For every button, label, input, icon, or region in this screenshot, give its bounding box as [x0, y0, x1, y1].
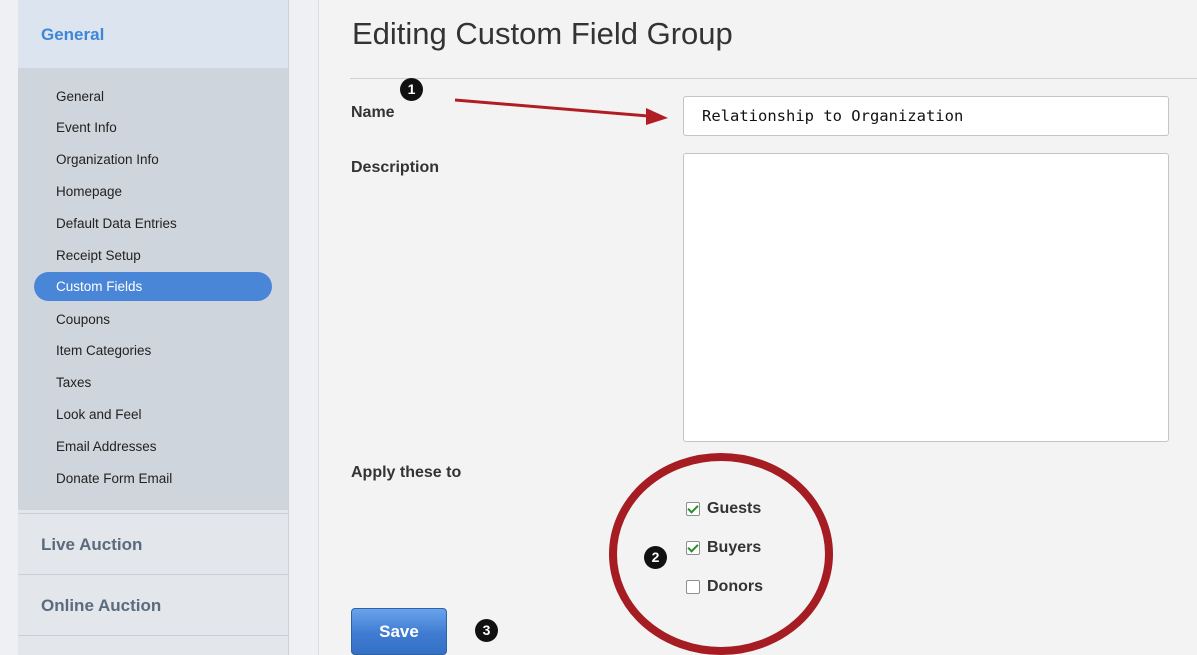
main-content: Editing Custom Field Group Name Descript… — [320, 0, 1197, 655]
annotation-marker-2: 2 — [644, 546, 667, 569]
sidebar-item-coupons[interactable]: Coupons — [34, 305, 272, 334]
apply-option-guests[interactable]: Guests — [686, 498, 761, 520]
sidebar-item-homepage[interactable]: Homepage — [34, 177, 272, 206]
sidebar-item-item-categories[interactable]: Item Categories — [34, 336, 272, 365]
section-general[interactable]: General — [18, 0, 288, 68]
name-label: Name — [351, 104, 395, 121]
donors-label: Donors — [707, 578, 763, 595]
sidebar-subnav: General Event Info Organization Info Hom… — [18, 68, 288, 510]
section-live-auction[interactable]: Live Auction — [18, 513, 288, 573]
sidebar-item-default-data-entries[interactable]: Default Data Entries — [34, 209, 272, 238]
sidebar-item-organization-info[interactable]: Organization Info — [34, 145, 272, 174]
sidebar-item-event-info[interactable]: Event Info — [34, 113, 272, 142]
title-divider — [350, 78, 1197, 79]
sidebar-item-taxes[interactable]: Taxes — [34, 368, 272, 397]
sidebar-item-general[interactable]: General — [34, 82, 272, 111]
guests-label: Guests — [707, 500, 762, 517]
save-button[interactable]: Save — [351, 608, 447, 655]
apply-option-buyers[interactable]: Buyers — [686, 537, 761, 559]
apply-option-donors[interactable]: Donors — [686, 576, 763, 598]
buyers-label: Buyers — [707, 539, 762, 556]
buyers-checkbox[interactable] — [686, 541, 700, 555]
section-online-auction[interactable]: Online Auction — [18, 574, 288, 634]
guests-checkbox[interactable] — [686, 502, 700, 516]
sidebar-item-receipt-setup[interactable]: Receipt Setup — [34, 241, 272, 270]
name-field[interactable] — [683, 96, 1169, 136]
sidebar-item-donate-form-email[interactable]: Donate Form Email — [34, 464, 272, 493]
sidebar-item-look-and-feel[interactable]: Look and Feel — [34, 400, 272, 429]
sidebar: General General Event Info Organization … — [18, 0, 289, 655]
page-title: Editing Custom Field Group — [352, 16, 733, 51]
section-next — [18, 635, 288, 655]
description-label: Description — [351, 159, 440, 176]
description-field[interactable] — [683, 153, 1169, 442]
annotation-marker-1: 1 — [400, 78, 423, 101]
apply-label: Apply these to — [351, 464, 462, 481]
sidebar-item-email-addresses[interactable]: Email Addresses — [34, 432, 272, 461]
sidebar-frame: General General Event Info Organization … — [0, 0, 319, 655]
sidebar-item-custom-fields[interactable]: Custom Fields — [34, 272, 272, 301]
annotation-marker-3: 3 — [475, 619, 498, 642]
donors-checkbox[interactable] — [686, 580, 700, 594]
